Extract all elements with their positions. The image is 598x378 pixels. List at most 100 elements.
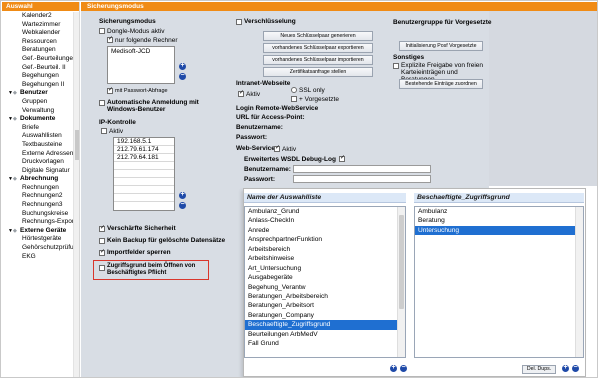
sidebar-group[interactable]: ▼◆ Dokumente: [2, 115, 74, 124]
auswahlliste-list[interactable]: Ambulanz_Grund Anlass-CheckIn Anrede Anspre…: [244, 206, 406, 358]
sidebar-group[interactable]: ▼◆ Benutzer: [2, 89, 74, 98]
sidebar-group[interactable]: ▼◆ Abrechnung: [2, 175, 74, 184]
sidebar-scroll-thumb[interactable]: [75, 130, 79, 160]
sidebar-item[interactable]: Auswahllisten: [2, 132, 74, 141]
sidebar-item[interactable]: Gef.-Beurteil. II: [2, 64, 74, 73]
left-list-scrollbar[interactable]: [397, 207, 405, 357]
sidebar-item[interactable]: Rechnungen: [2, 184, 74, 193]
ip-row[interactable]: 212.79.64.181: [114, 154, 174, 162]
dongle-checkbox[interactable]: [99, 28, 105, 34]
sidebar-item[interactable]: Verwaltung: [2, 107, 74, 116]
rechner-list[interactable]: Medisoft-JCD: [107, 46, 175, 84]
list-item[interactable]: Anrede: [245, 226, 405, 235]
ws-username-input[interactable]: [293, 165, 431, 173]
sidebar-item[interactable]: Textbausteine: [2, 141, 74, 150]
verschluesselung-checkbox[interactable]: [236, 19, 242, 25]
add-rechner-button[interactable]: +: [179, 62, 186, 70]
generate-keypair-button[interactable]: Neues Schlüsselpaar generieren: [263, 31, 373, 41]
list-item[interactable]: Beurteilungen ArbMedV: [245, 330, 405, 339]
group-icon: ◆: [13, 227, 17, 234]
sidebar-item[interactable]: Webkalender: [2, 29, 74, 38]
sidebar-group[interactable]: ▼◆ Externe Geräte: [2, 227, 74, 236]
sidebar-item[interactable]: Buchungskreise: [2, 210, 74, 219]
sidebar-item[interactable]: Begehungen II: [2, 81, 74, 90]
certificate-request-button[interactable]: Zertifikatsanfrage stellen: [263, 67, 373, 77]
sidebar-item[interactable]: Begehungen: [2, 72, 74, 81]
sidebar-item[interactable]: Beratungen: [2, 46, 74, 55]
list-item[interactable]: Art_Untersuchung: [245, 264, 405, 273]
ip-row[interactable]: 212.79.61.174: [114, 146, 174, 154]
verschaerfte-checkbox[interactable]: [99, 224, 105, 232]
kein-backup-checkbox[interactable]: [99, 238, 105, 244]
list-item[interactable]: AnsprechpartnerFunktion: [245, 235, 405, 244]
sidebar-item-label: Begehungen II: [22, 80, 65, 88]
list-item[interactable]: Untersuchung: [415, 225, 583, 236]
sidebar-item[interactable]: Rechnungen3: [2, 201, 74, 210]
eintraege-zuordnen-button[interactable]: Bestehende Einträge zuordnen: [399, 79, 483, 89]
sidebar-item[interactable]: Ressourcen: [2, 38, 74, 47]
nur-rechner-checkbox[interactable]: [107, 35, 113, 43]
sidebar-item[interactable]: Gruppen: [2, 98, 74, 107]
ssl-only-radio[interactable]: [291, 87, 297, 93]
sidebar-item[interactable]: Wartezimmer: [2, 21, 74, 30]
ip-address-list[interactable]: 192.168.5.1 212.79.61.174 212.79.64.181: [113, 137, 175, 211]
ip-aktiv-checkbox[interactable]: [101, 128, 107, 134]
sidebar-item[interactable]: Hörtestgeräte: [2, 235, 74, 244]
right-list-scrollbar[interactable]: [575, 207, 583, 357]
explizite-freigabe-checkbox[interactable]: [393, 63, 399, 69]
sidebar-item[interactable]: Druckvorlagen: [2, 158, 74, 167]
vorgesetzte-checkbox[interactable]: [291, 96, 297, 102]
list-item[interactable]: Beratungen_Arbeitsbereich: [245, 292, 405, 301]
sidebar-item[interactable]: Kalender2: [2, 12, 74, 21]
sidebar-item[interactable]: Rechnungen2: [2, 192, 74, 201]
sidebar-item[interactable]: Rechnungs-Export: [2, 218, 74, 227]
left-list-add-button[interactable]: +: [390, 364, 397, 372]
rechner-item[interactable]: Medisoft-JCD: [108, 47, 174, 56]
list-item[interactable]: Ambulanz: [415, 207, 583, 216]
sidebar-item[interactable]: EKG: [2, 253, 74, 262]
list-item[interactable]: Beratungen_Arbeitsort: [245, 301, 405, 310]
add-ip-button[interactable]: +: [179, 191, 186, 199]
del-dups-button[interactable]: Del. Dups.: [522, 365, 556, 374]
init-vorgesetzte-button[interactable]: Initialisierung Posf Vorgesetzte: [399, 41, 483, 51]
list-item[interactable]: Begehung_Verantw: [245, 283, 405, 292]
debug-log-checkbox[interactable]: [339, 154, 345, 162]
auto-anmeldung-checkbox[interactable]: [99, 100, 105, 106]
list-item[interactable]: Arbeitsbereich: [245, 245, 405, 254]
zugriffsgrund-checkbox[interactable]: [99, 265, 105, 271]
ip-row[interactable]: [114, 170, 174, 178]
export-keypair-button[interactable]: vorhandenes Schlüsselpaar exportieren: [263, 43, 373, 53]
importfelder-checkbox[interactable]: [99, 248, 105, 256]
right-list-add-button[interactable]: +: [562, 364, 569, 372]
sidebar-item[interactable]: Briefe: [2, 124, 74, 133]
ip-row[interactable]: [114, 186, 174, 194]
sidebar-scrollbar[interactable]: [73, 12, 79, 377]
list-item[interactable]: Beratung: [415, 216, 583, 225]
sidebar-item[interactable]: Gef.-Beurteilungen: [2, 55, 74, 64]
ip-row[interactable]: 192.168.5.1: [114, 138, 174, 146]
intranet-aktiv-checkbox[interactable]: [238, 89, 244, 97]
sidebar-item[interactable]: Externe Adressen: [2, 150, 74, 159]
zugriffsgrund-list[interactable]: Ambulanz Beratung Untersuchung: [414, 206, 584, 358]
remove-ip-button[interactable]: −: [179, 201, 186, 209]
ip-row[interactable]: [114, 178, 174, 186]
right-list-remove-button[interactable]: −: [572, 364, 579, 372]
left-list-remove-button[interactable]: −: [400, 364, 407, 372]
ws-password-input[interactable]: [293, 175, 431, 183]
list-item[interactable]: Ambulanz_Grund: [245, 207, 405, 216]
list-item[interactable]: Arbeitshinweise: [245, 254, 405, 263]
webservices-aktiv-checkbox[interactable]: [274, 144, 280, 152]
ip-row[interactable]: [114, 162, 174, 170]
import-keypair-button[interactable]: vorhandenes Schlüsselpaar importieren: [263, 55, 373, 65]
passwort-abfrage-checkbox[interactable]: [107, 86, 113, 94]
left-list-scroll-thumb[interactable]: [399, 215, 404, 309]
sidebar-item[interactable]: Gehörschutzprüfung: [2, 244, 74, 253]
sidebar-item[interactable]: Digitale Signatur: [2, 167, 74, 176]
ip-row[interactable]: [114, 194, 174, 202]
remove-rechner-button[interactable]: −: [179, 72, 186, 80]
list-item[interactable]: Beschaeftigte_Zugriffsgrund: [245, 320, 405, 330]
list-item[interactable]: Ausgabegeräte: [245, 273, 405, 282]
list-item[interactable]: Fall Grund: [245, 339, 405, 348]
list-item[interactable]: Anlass-CheckIn: [245, 216, 405, 225]
list-item[interactable]: Beratungen_Company: [245, 311, 405, 320]
